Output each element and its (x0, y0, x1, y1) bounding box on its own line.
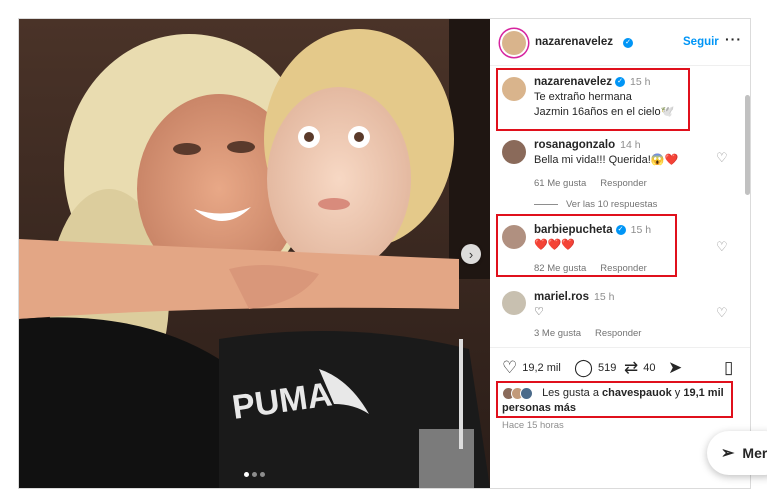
reposts-count: 40 (643, 362, 656, 374)
commenter-username[interactable]: rosanagonzalo (534, 139, 615, 151)
view-replies-label: Ver las 10 respuestas (566, 199, 658, 210)
comment-item: mariel.ros 15 h ♡ 3 Me gusta Responder ♡ (490, 289, 750, 349)
share-button[interactable]: ➤ (668, 358, 687, 378)
follow-button[interactable]: Seguir (683, 36, 719, 48)
reply-button[interactable]: Responder (600, 178, 646, 189)
comment-item: rosanagonzalo 14 h Bella mi vida!!! Queri… (490, 136, 750, 196)
repost-icon: ⇄ (624, 358, 639, 377)
comments-scrollbar[interactable] (745, 75, 750, 365)
like-comment-icon[interactable]: ♡ (716, 150, 728, 166)
comment-text: Bella mi vida!!! Querida!😱❤️ (534, 154, 679, 166)
send-icon: ➢ (721, 445, 735, 462)
bookmark-icon: ▯ (724, 358, 734, 377)
post-side-panel: nazarenavelez ✓ Seguir ··· nazarenavelez… (490, 19, 750, 488)
view-replies-button[interactable]: Ver las 10 respuestas (534, 199, 657, 210)
carousel-dot (260, 472, 265, 477)
comment-icon: ◯ (574, 358, 594, 377)
reply-button[interactable]: Responder (595, 328, 641, 339)
scrollbar-thumb[interactable] (745, 95, 750, 195)
likes-count: 19,2 mil (522, 362, 561, 374)
next-photo-button[interactable]: › (461, 244, 481, 264)
highlight-box-likes (496, 381, 733, 418)
post-timestamp: Hace 15 horas (502, 420, 564, 431)
post-photo[interactable]: PUMA (19, 19, 490, 488)
commenter-avatar[interactable] (502, 291, 526, 315)
like-button[interactable]: ♡ 19,2 mil (502, 358, 561, 378)
commenter-avatar[interactable] (502, 140, 526, 164)
like-comment-icon[interactable]: ♡ (716, 305, 728, 321)
heart-icon: ♡ (502, 358, 518, 377)
send-icon: ➤ (668, 358, 683, 377)
more-horizontal-icon[interactable]: ··· (725, 31, 742, 47)
messages-button[interactable]: ➢ Mer (707, 431, 767, 475)
like-comment-icon[interactable]: ♡ (716, 239, 728, 255)
carousel-indicator (244, 472, 265, 477)
repost-button[interactable]: ⇄ 40 (624, 358, 656, 378)
highlight-box-comment (496, 214, 677, 277)
post-header: nazarenavelez ✓ Seguir ··· (490, 19, 750, 66)
carousel-dot (252, 472, 257, 477)
verified-icon: ✓ (623, 38, 633, 48)
replies-line (534, 203, 558, 205)
save-button[interactable]: ▯ (724, 358, 738, 378)
commenter-username[interactable]: mariel.ros (534, 291, 589, 303)
messages-label: Mer (742, 445, 767, 461)
comment-likes[interactable]: 61 Me gusta (534, 178, 586, 189)
comment-text: ♡ (534, 306, 544, 318)
comment-button[interactable]: ◯ 519 (574, 358, 616, 378)
comment-likes[interactable]: 3 Me gusta (534, 328, 581, 339)
author-avatar[interactable] (502, 31, 526, 55)
comments-count: 519 (598, 362, 617, 374)
comment-time: 15 h (593, 291, 615, 303)
author-username[interactable]: nazarenavelez (535, 36, 613, 48)
highlight-box-caption (496, 68, 690, 131)
carousel-dot (244, 472, 249, 477)
comment-time: 14 h (620, 139, 641, 151)
